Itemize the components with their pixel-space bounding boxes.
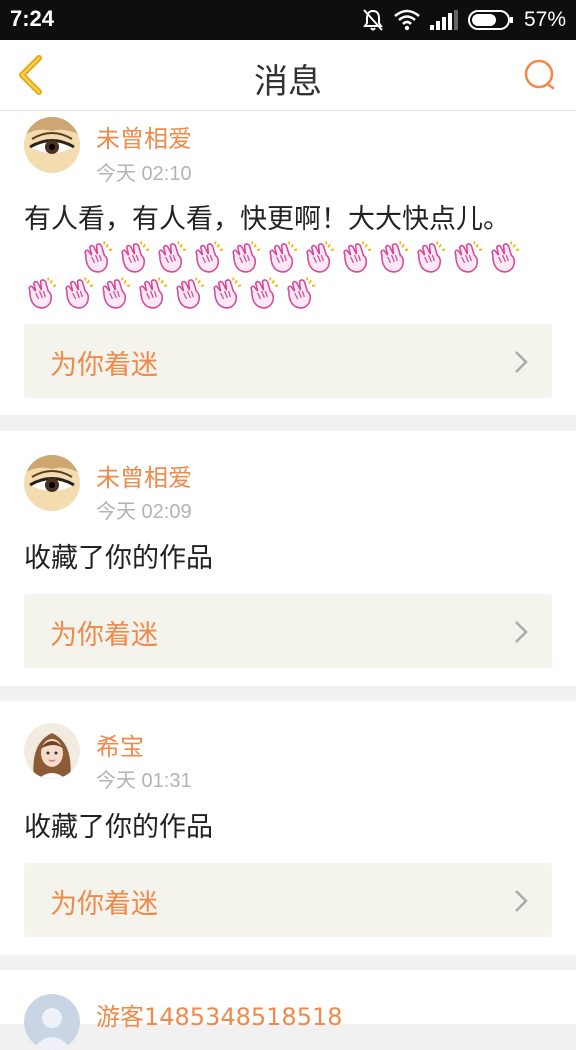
clapping-hands-icon [135,277,168,311]
message-card: 未曾相爱 今天 02:10 有人看，有人看，快更啊！大大快点儿。 为你着迷 [0,111,576,415]
clapping-hands-icon [302,241,335,275]
work-title: 为你着迷 [50,889,158,920]
clapping-hands-icon [172,277,205,311]
clapping-hands-icon [246,277,279,311]
message-time: 今天 02:10 [96,163,192,185]
clapping-hands-icon [98,277,131,311]
status-bar: 7:24 57% [0,0,576,40]
clapping-hands-icon [339,241,372,275]
work-title: 为你着迷 [50,620,158,651]
message-time: 今天 01:31 [96,770,192,792]
clapping-hands-icon [80,241,113,275]
chevron-right-icon [515,621,528,643]
message-card: 游客1485348518518 [0,970,576,1050]
work-link[interactable]: 为你着迷 [24,863,552,937]
message-text: 收藏了你的作品 [24,812,213,843]
work-title: 为你着迷 [50,350,158,381]
clapping-hands-icon [209,277,242,311]
message-text: 收藏了你的作品 [24,543,213,574]
chevron-right-icon [515,890,528,912]
clapping-hands-icon [154,241,187,275]
work-link[interactable]: 为你着迷 [24,594,552,668]
nav-header: 消息 [0,40,576,111]
clapping-hands-icon [283,277,316,311]
status-time: 7:24 [10,6,55,31]
message-card: 未曾相爱 今天 02:09 收藏了你的作品 为你着迷 [0,431,576,686]
guest-avatar[interactable] [24,994,80,1050]
message-card: 希宝 今天 01:31 收藏了你的作品 为你着迷 [0,701,576,955]
battery-percent: 57% [523,8,566,31]
clapping-hands-icon [265,241,298,275]
bell-muted-icon [363,9,383,31]
user-name[interactable]: 未曾相爱 [96,119,192,154]
user-name[interactable]: 未曾相爱 [96,458,192,493]
clapping-hands-icon [376,241,409,275]
message-time: 今天 02:09 [96,501,192,523]
clapping-hands-icon [487,241,520,275]
clapping-hands-icon [228,241,261,275]
girl-avatar[interactable] [24,723,80,779]
clapping-hands-icon [191,241,224,275]
eye-avatar[interactable] [24,455,80,511]
search-icon[interactable] [522,57,558,93]
clapping-hands-icon [413,241,446,275]
work-link[interactable]: 为你着迷 [24,324,552,398]
clapping-hands-icon [61,277,94,311]
chevron-right-icon [515,351,528,373]
battery-icon [467,10,513,30]
wifi-icon [394,9,420,31]
page-title: 消息 [254,62,322,102]
clapping-hands-icon [450,241,483,275]
eye-avatar[interactable] [24,117,80,173]
user-name[interactable]: 希宝 [96,727,144,762]
signal-icon [429,10,458,30]
clapping-hands-icon [24,277,57,311]
message-text: 有人看，有人看，快更啊！大大快点儿。 [24,204,510,235]
clapping-emoji-row [24,241,534,313]
status-icons: 57% [362,5,566,35]
clapping-hands-icon [117,241,150,275]
user-name[interactable]: 游客1485348518518 [96,997,343,1032]
